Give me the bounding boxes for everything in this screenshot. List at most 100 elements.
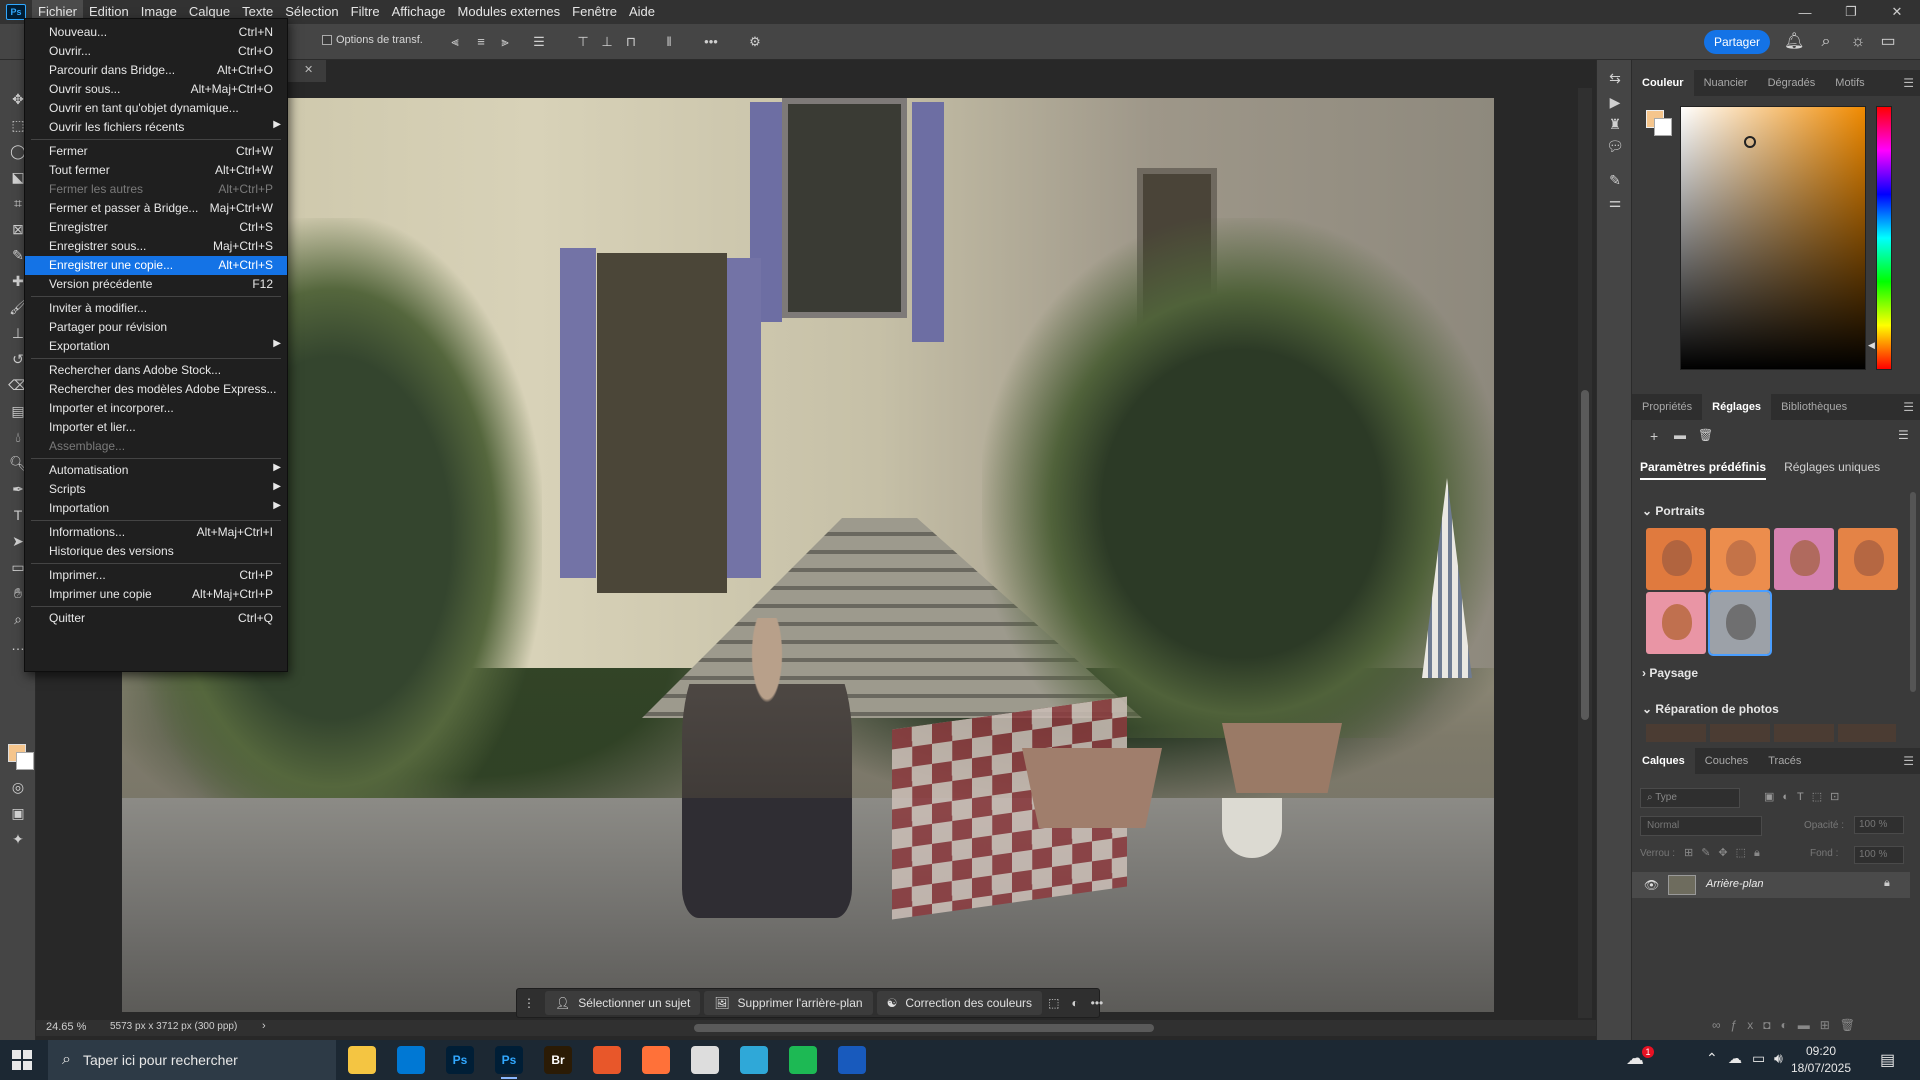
tab-presets[interactable]: Paramètres prédéfinis <box>1640 460 1767 480</box>
layer-filter-select[interactable]: ⌕ Type <box>1640 788 1740 808</box>
share-button[interactable]: Partager <box>1704 30 1770 54</box>
transform-icon[interactable]: ⬚ <box>1048 996 1059 1010</box>
align-center-icon[interactable]: ≡ <box>474 35 488 49</box>
layer-bottom-icons[interactable]: ∞ƒx◘◐▬⊞🗑︎ <box>1712 1018 1865 1032</box>
taskbar-app-store[interactable] <box>397 1046 425 1074</box>
taskbar-app-word[interactable] <box>838 1046 866 1074</box>
file-menu-item[interactable]: Fermer Ctrl+W <box>25 142 287 161</box>
drag-handle-icon[interactable]: ⋮ <box>523 996 535 1010</box>
lock-icon[interactable]: 🔒︎ <box>1884 877 1890 890</box>
tab-proprietes[interactable]: Propriétés <box>1632 394 1702 420</box>
zoom-level[interactable]: 24.65 % <box>46 1021 86 1033</box>
color-picker-cursor[interactable] <box>1744 136 1756 148</box>
tab-single-adjustments[interactable]: Réglages uniques <box>1784 460 1880 480</box>
blend-mode-select[interactable]: Normal <box>1640 816 1762 836</box>
fill-input[interactable]: 100 % <box>1854 846 1904 864</box>
menu-aide[interactable]: Aide <box>623 0 661 24</box>
portrait-preset-thumb[interactable] <box>1774 528 1834 590</box>
file-menu-item[interactable]: Ouvrir sous... Alt+Maj+Ctrl+O <box>25 80 287 99</box>
photo-repair-thumbs[interactable] <box>1646 724 1896 742</box>
layer-name[interactable]: Arrière-plan <box>1706 878 1763 890</box>
volume-icon[interactable]: 🔊︎ <box>1774 1050 1783 1067</box>
menu-selection[interactable]: Sélection <box>279 0 344 24</box>
distribute-spacing-icon[interactable]: ‖ <box>662 35 676 49</box>
lock-icons[interactable]: ⊞✎✥⬚🔒︎ <box>1684 846 1768 860</box>
file-menu-item[interactable]: Enregistrer sous... Maj+Ctrl+S <box>25 237 287 256</box>
brush-settings-icon[interactable]: ✎ <box>1605 170 1625 190</box>
network-icon[interactable]: ▭ <box>1752 1050 1765 1067</box>
color-picker-field[interactable] <box>1680 106 1866 370</box>
file-menu-item[interactable]: Fermer et passer à Bridge... Maj+Ctrl+W <box>25 199 287 218</box>
panel-menu-icon[interactable]: ☰ <box>1903 76 1914 90</box>
file-menu-item[interactable]: Rechercher dans Adobe Stock... <box>25 361 287 380</box>
cloud-icon[interactable]: ☁ <box>1728 1050 1742 1067</box>
comments-icon[interactable]: 💬︎ <box>1605 136 1625 156</box>
tab-traces[interactable]: Tracés <box>1758 748 1811 774</box>
system-clock[interactable]: 09:20 18/07/2025 <box>1786 1043 1856 1077</box>
tab-couches[interactable]: Couches <box>1695 748 1758 774</box>
trash-icon[interactable]: 🗑︎ <box>1698 428 1713 442</box>
layer-filter-icons[interactable]: ▣◐T⬚⊡ <box>1764 790 1847 803</box>
taskbar-app-photoshop-b[interactable]: Ps <box>495 1046 523 1079</box>
file-menu-item[interactable]: Imprimer une copie Alt+Maj+Ctrl+P <box>25 585 287 604</box>
align-middle-icon[interactable]: ⊥ <box>600 35 614 49</box>
quick-mask-icon[interactable]: ◎ <box>6 776 30 798</box>
adjustment-icon[interactable]: ◐ <box>1071 996 1078 1010</box>
file-menu-item[interactable]: Tout fermer Alt+Ctrl+W <box>25 161 287 180</box>
close-button[interactable]: ✕ <box>1874 0 1920 24</box>
file-menu-item[interactable]: Quitter Ctrl+Q <box>25 609 287 628</box>
panel-menu-icon[interactable]: ☰ <box>1903 754 1914 768</box>
file-menu-item[interactable]: Nouveau... Ctrl+N <box>25 23 287 42</box>
menu-filtre[interactable]: Filtre <box>345 0 386 24</box>
opacity-input[interactable]: 100 % <box>1854 816 1904 834</box>
portrait-preset-thumb[interactable] <box>1646 528 1706 590</box>
more-options-icon[interactable]: ••• <box>704 35 718 49</box>
menu-fenetre[interactable]: Fenêtre <box>566 0 623 24</box>
portrait-preset-thumb-selected[interactable] <box>1708 590 1772 656</box>
tab-reglages[interactable]: Réglages <box>1702 394 1772 420</box>
more-icon[interactable]: ••• <box>1091 996 1104 1010</box>
menu-modules-externes[interactable]: Modules externes <box>452 0 567 24</box>
remove-background-button[interactable]: 🖼︎ Supprimer l'arrière-plan <box>704 991 873 1015</box>
status-menu-arrow[interactable]: › <box>262 1020 266 1032</box>
canvas-photo[interactable] <box>122 98 1494 1012</box>
align-right-icon[interactable]: ⫸ <box>498 35 512 49</box>
file-menu-item[interactable]: Importation ▶ <box>25 499 287 518</box>
align-left-icon[interactable]: ⫷ <box>448 35 462 49</box>
background-color[interactable] <box>1654 118 1672 136</box>
file-menu-item[interactable]: Scripts ▶ <box>25 480 287 499</box>
taskbar-app-spotify[interactable] <box>789 1046 817 1074</box>
file-menu-item[interactable]: Enregistrer Ctrl+S <box>25 218 287 237</box>
file-menu-item[interactable]: Importer et incorporer... <box>25 399 287 418</box>
folder-icon[interactable]: ▬ <box>1674 428 1686 442</box>
panel-menu-icon[interactable]: ☰ <box>1903 400 1914 414</box>
gear-icon[interactable]: ⚙ <box>748 35 762 49</box>
section-paysage[interactable]: › Paysage <box>1642 666 1698 680</box>
glyphs-icon[interactable]: ♜ <box>1605 114 1625 134</box>
file-menu-item[interactable]: Version précédente F12 <box>25 275 287 294</box>
tab-motifs[interactable]: Motifs <box>1825 70 1874 96</box>
layer-row[interactable]: 👁︎ Arrière-plan 🔒︎ <box>1632 872 1910 898</box>
hue-slider[interactable] <box>1876 106 1892 370</box>
chevron-up-icon[interactable]: ⌃ <box>1706 1050 1718 1067</box>
taskbar-app-firefox[interactable] <box>642 1046 670 1074</box>
portrait-preset-thumb[interactable] <box>1646 592 1706 654</box>
taskbar-app-bridge[interactable]: Br <box>544 1046 572 1074</box>
generative-icon[interactable]: ✦ <box>6 828 30 850</box>
add-icon[interactable]: + <box>1650 428 1658 444</box>
vertical-scroll-thumb[interactable] <box>1581 390 1589 720</box>
taskbar-app-files[interactable] <box>691 1046 719 1074</box>
file-menu-item[interactable]: Historique des versions <box>25 542 287 561</box>
file-menu-item[interactable]: Parcourir dans Bridge... Alt+Ctrl+O <box>25 61 287 80</box>
file-menu-item[interactable]: Partager pour révision <box>25 318 287 337</box>
file-menu-item[interactable]: Automatisation ▶ <box>25 461 287 480</box>
taskbar-app-photoshop-a[interactable]: Ps <box>446 1046 474 1074</box>
taskbar-app-photos[interactable] <box>740 1046 768 1074</box>
file-menu-item[interactable]: Exportation ▶ <box>25 337 287 356</box>
file-menu-item[interactable]: Rechercher des modèles Adobe Express... <box>25 380 287 399</box>
windows-start-button[interactable] <box>12 1050 32 1070</box>
tab-nuancier[interactable]: Nuancier <box>1694 70 1758 96</box>
lightbulb-icon[interactable]: ☼ <box>1848 32 1868 52</box>
adjustments-scrollbar[interactable] <box>1910 492 1916 692</box>
list-view-icon[interactable]: ☰ <box>1898 428 1909 442</box>
